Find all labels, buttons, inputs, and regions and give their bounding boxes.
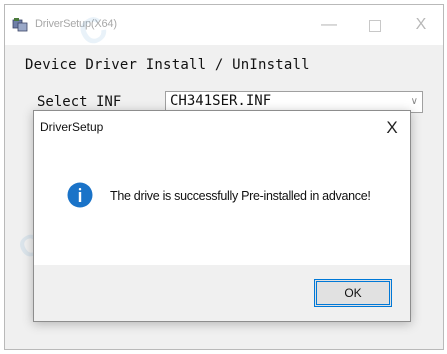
minimize-button[interactable]: — bbox=[309, 14, 349, 36]
ok-button[interactable]: OK bbox=[314, 279, 392, 307]
app-icon bbox=[12, 18, 28, 32]
window-title: DriverSetup(X64) bbox=[35, 18, 117, 30]
dialog-message: The drive is successfully Pre-installed … bbox=[110, 189, 371, 203]
maximize-icon bbox=[369, 20, 381, 32]
dialog-body: The drive is successfully Pre-installed … bbox=[34, 145, 410, 265]
window-close-button[interactable]: X bbox=[401, 14, 441, 36]
inf-select-value: CH341SER.INF bbox=[170, 93, 272, 109]
dialog-title: DriverSetup bbox=[40, 120, 104, 134]
page-heading: Device Driver Install / UnInstall bbox=[25, 57, 310, 73]
dialog-titlebar: DriverSetup X bbox=[34, 111, 410, 145]
message-dialog: DriverSetup X The drive is successfully … bbox=[33, 110, 411, 322]
select-inf-label: Select INF bbox=[37, 94, 122, 110]
info-icon bbox=[67, 182, 93, 208]
dialog-close-button[interactable]: X bbox=[378, 115, 406, 141]
maximize-button[interactable] bbox=[355, 14, 395, 36]
window-titlebar: DriverSetup(X64) — X bbox=[5, 5, 443, 45]
chevron-down-icon: ∨ bbox=[410, 96, 418, 107]
